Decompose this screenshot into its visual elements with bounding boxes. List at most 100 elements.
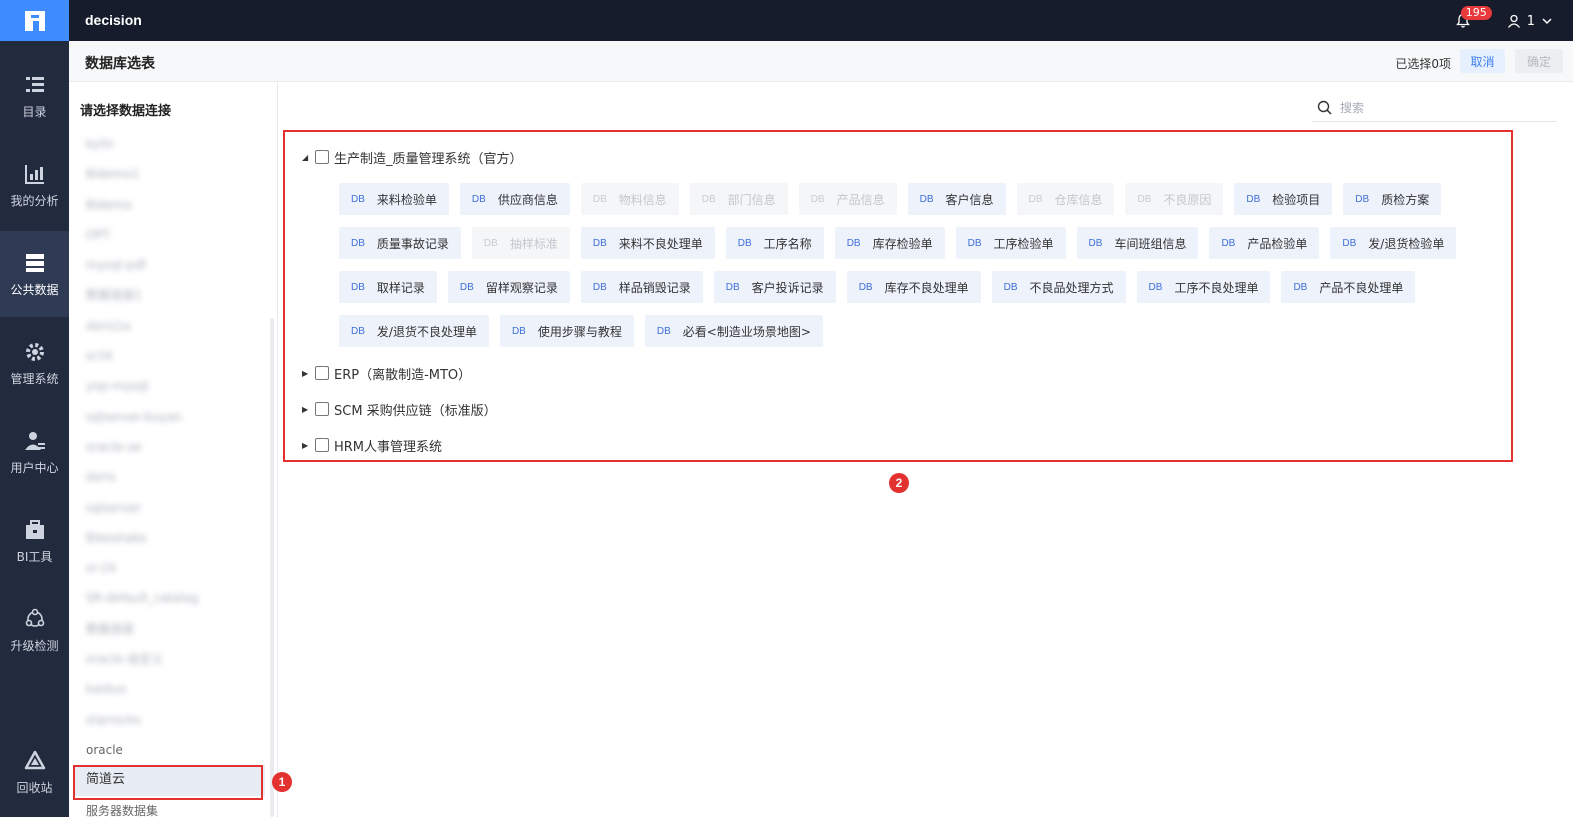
table-chip[interactable]: DB 客户信息 — [907, 183, 1006, 215]
table-chip[interactable]: DB 留样观察记录 — [447, 271, 570, 303]
group-checkbox[interactable] — [315, 402, 329, 416]
group-name: SCM 采购供应链（标准版） — [334, 403, 497, 419]
db-tag: DB — [351, 237, 365, 249]
user-center-icon — [24, 431, 45, 450]
table-chip[interactable]: DB 发/退货不良处理单 — [339, 315, 489, 347]
nav-catalog[interactable]: 目录 — [0, 53, 69, 139]
connection-item[interactable]: sr34 — [75, 341, 265, 371]
table-chip[interactable]: DB 必看<制造业场景地图> — [644, 315, 823, 347]
group-row-hrm[interactable]: ▶ HRM人事管理系统 — [302, 436, 442, 455]
table-chip[interactable]: DB 工序不良处理单 — [1136, 271, 1271, 303]
table-chip[interactable]: DB 仓库信息 — [1016, 183, 1115, 215]
analysis-icon — [24, 164, 44, 184]
table-chip[interactable]: DB 来料不良处理单 — [580, 227, 715, 259]
nav-bi-tools[interactable]: BI工具 — [0, 498, 69, 584]
table-chip[interactable]: DB 不良原因 — [1125, 183, 1224, 215]
search-icon — [1317, 100, 1332, 115]
table-chip[interactable]: DB 库存检验单 — [834, 227, 945, 259]
table-name: 留样观察记录 — [485, 280, 558, 295]
table-chip[interactable]: DB 客户投诉记录 — [713, 271, 836, 303]
table-chip[interactable]: DB 部门信息 — [689, 183, 788, 215]
group-checkbox[interactable] — [315, 438, 329, 452]
table-chip[interactable]: DB 使用步骤与教程 — [499, 315, 634, 347]
nav-user-center[interactable]: 用户中心 — [0, 409, 69, 495]
db-tag: DB — [592, 281, 607, 293]
catalog-icon — [25, 76, 44, 92]
connection-item[interactable]: 数据连接 — [75, 614, 265, 644]
connection-item[interactable]: kylin — [75, 129, 265, 159]
table-chip-row: DB 取样记录 DB 留样观察记录 DB 样品销毁记录 DB 客户投诉记录 DB 库存不良处理单 D… — [339, 271, 1499, 303]
search-input[interactable] — [1340, 100, 1540, 115]
table-chip[interactable]: DB 库存不良处理单 — [846, 271, 981, 303]
nav-upgrade-check[interactable]: 升级检测 — [0, 587, 69, 673]
connection-item[interactable]: Bikeshake — [75, 523, 265, 553]
nav-management[interactable]: 管理系统 — [0, 320, 69, 406]
connection-item[interactable]: BIdemo1 — [75, 159, 265, 189]
table-name: 库存不良处理单 — [884, 280, 969, 295]
nav-recycle-bin[interactable]: 回收站 — [0, 729, 69, 815]
connection-item[interactable]: oracle-xe — [75, 432, 265, 462]
table-chip[interactable]: DB 来料检验单 — [339, 183, 449, 215]
table-chip[interactable]: DB 检验项目 — [1234, 183, 1333, 215]
nav-public-data[interactable]: 公共数据 — [0, 231, 69, 317]
table-chip[interactable]: DB 样品销毁记录 — [580, 271, 703, 303]
caret-collapsed-icon[interactable]: ▶ — [302, 441, 312, 450]
table-chip[interactable]: DB 供应商信息 — [459, 183, 570, 215]
table-name: 物料信息 — [618, 192, 667, 207]
connection-item[interactable]: sqlserver-buyan — [75, 402, 265, 432]
group-row-erp[interactable]: ▶ ERP（离散制造-MTO） — [302, 364, 471, 383]
table-chip[interactable]: DB 质量事故记录 — [339, 227, 461, 259]
connection-item[interactable]: oracle — [75, 735, 265, 765]
table-chip[interactable]: DB 产品信息 — [798, 183, 897, 215]
connection-item[interactable]: oracle-自定义 — [75, 644, 265, 674]
group-row-quality[interactable]: ◢ 生产制造_质量管理系统（官方） — [302, 148, 523, 167]
db-tag: DB — [1221, 237, 1236, 249]
connection-item[interactable]: doris1a — [75, 311, 265, 341]
connection-scrollbar[interactable] — [270, 318, 274, 817]
table-chip[interactable]: DB 质检方案 — [1343, 183, 1442, 215]
connection-item[interactable]: kaiduo — [75, 674, 265, 704]
nav-my-analysis[interactable]: 我的分析 — [0, 142, 69, 228]
connection-item[interactable]: sr-24 — [75, 553, 265, 583]
table-chip[interactable]: DB 发/退货检验单 — [1330, 227, 1457, 259]
table-chip[interactable]: DB 物料信息 — [580, 183, 679, 215]
table-chip[interactable]: DB 产品不良处理单 — [1281, 271, 1416, 303]
table-chip[interactable]: DB 工序检验单 — [955, 227, 1066, 259]
connection-item[interactable]: 服务器数据集 — [75, 796, 265, 826]
db-tag: DB — [858, 281, 873, 293]
table-chip[interactable]: DB 工序名称 — [725, 227, 824, 259]
connection-item[interactable]: sqlserver — [75, 493, 265, 523]
group-row-scm[interactable]: ▶ SCM 采购供应链（标准版） — [302, 400, 497, 419]
connection-item[interactable]: 数据连接1 — [75, 280, 265, 310]
table-chip[interactable]: DB 车间班组信息 — [1076, 227, 1199, 259]
group-checkbox[interactable] — [315, 366, 329, 380]
toolbox-icon — [25, 519, 44, 539]
cancel-button[interactable]: 取消 — [1460, 49, 1505, 73]
connection-item[interactable]: OPT — [75, 220, 265, 250]
table-name: 车间班组信息 — [1114, 236, 1187, 251]
db-tag: DB — [459, 281, 474, 293]
connection-item[interactable]: starrocks — [75, 705, 265, 735]
db-tag: DB — [471, 193, 486, 205]
table-chip[interactable]: DB 抽样标准 — [471, 227, 570, 259]
table-chip[interactable]: DB 产品检验单 — [1209, 227, 1320, 259]
app-logo[interactable] — [0, 0, 69, 41]
user-menu[interactable]: 1 — [1507, 14, 1553, 29]
user-icon — [1507, 14, 1520, 28]
notification-bell[interactable]: 195 — [1453, 6, 1492, 31]
confirm-button[interactable]: 确定 — [1515, 49, 1563, 73]
caret-expanded-icon[interactable]: ◢ — [302, 153, 312, 162]
group-checkbox[interactable] — [315, 150, 329, 164]
connection-item[interactable]: mysql-pdf — [75, 250, 265, 280]
table-chip[interactable]: DB 不良品处理方式 — [991, 271, 1126, 303]
table-chip[interactable]: DB 取样记录 — [339, 271, 437, 303]
connection-item[interactable]: SR-default_catalog — [75, 583, 265, 613]
nav-label: 公共数据 — [10, 282, 59, 297]
logo-icon — [24, 10, 45, 31]
highlight-box-connection — [73, 765, 263, 800]
connection-item[interactable]: doris — [75, 462, 265, 492]
caret-collapsed-icon[interactable]: ▶ — [302, 369, 312, 378]
connection-item[interactable]: BIdemo — [75, 190, 265, 220]
caret-collapsed-icon[interactable]: ▶ — [302, 405, 312, 414]
connection-item[interactable]: yop-mysql — [75, 371, 265, 401]
